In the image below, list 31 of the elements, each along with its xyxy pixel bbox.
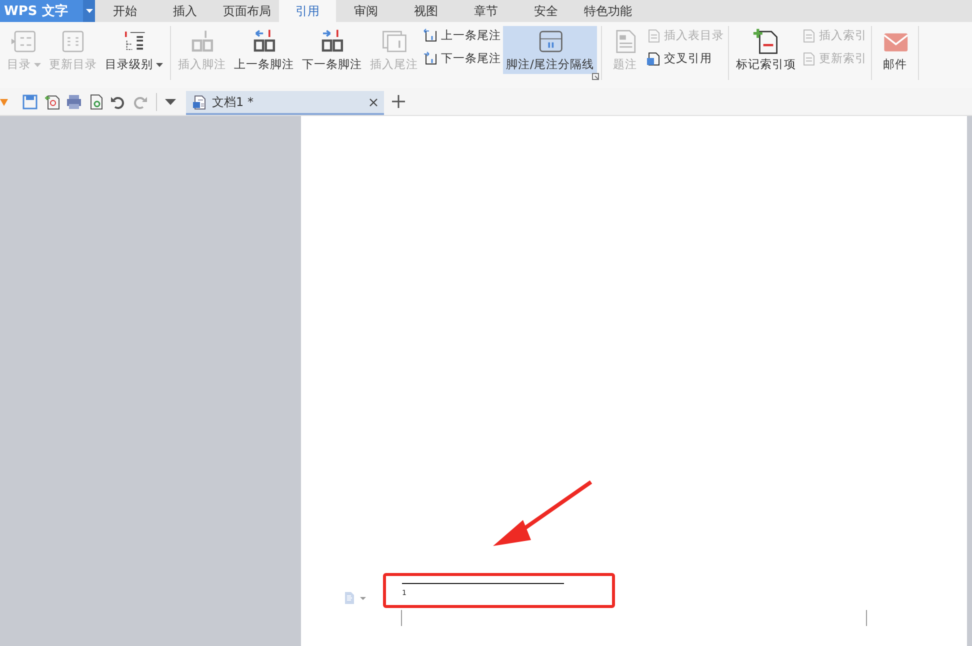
ribbon-button[interactable]: 邮件 [876,26,914,74]
ribbon-button[interactable]: 目录级别 [102,26,166,74]
ribbon-tab[interactable]: 插入 [155,0,215,22]
margin-mark [866,610,867,626]
ribbon-tab[interactable]: 开始 [95,0,155,22]
paste-options-icon[interactable] [343,592,367,604]
ribbon-button[interactable]: 上一条脚注 [231,26,297,74]
ribbon-button[interactable]: 上一条尾注 [423,28,501,43]
ribbon-tab[interactable]: 引用 [279,0,336,22]
caret-icon [86,9,92,13]
ribbon-tab[interactable]: 章节 [456,0,516,22]
dropdown-icon[interactable] [165,98,176,104]
app-menu-dropdown[interactable] [83,0,95,22]
ribbon-tab[interactable]: 审阅 [336,0,396,22]
ribbon-tab[interactable]: 特色功能 [576,0,640,22]
ribbon-button[interactable]: 下一条脚注 [299,26,365,74]
save-icon[interactable] [22,94,38,110]
ribbon-button[interactable]: 标记索引项 [732,26,799,74]
new-tab-icon[interactable] [392,95,405,108]
ribbon-tab[interactable]: 视图 [396,0,456,22]
ribbon-tab[interactable]: 页面布局 [215,0,279,22]
dialog-launcher-icon[interactable] [592,73,599,80]
ribbon-button[interactable]: 交叉引用 [646,51,724,66]
margin-mark [401,610,402,626]
ribbon-button[interactable]: 下一条尾注 [423,51,501,66]
ribbon-tab[interactable]: 安全 [516,0,576,22]
close-icon[interactable] [369,98,378,106]
print-icon[interactable] [66,94,82,110]
ribbon-button[interactable]: 脚注/尾注分隔线 [503,26,597,74]
document-tab[interactable]: 文档1 * [186,91,384,115]
print-preview-icon[interactable] [88,94,104,110]
